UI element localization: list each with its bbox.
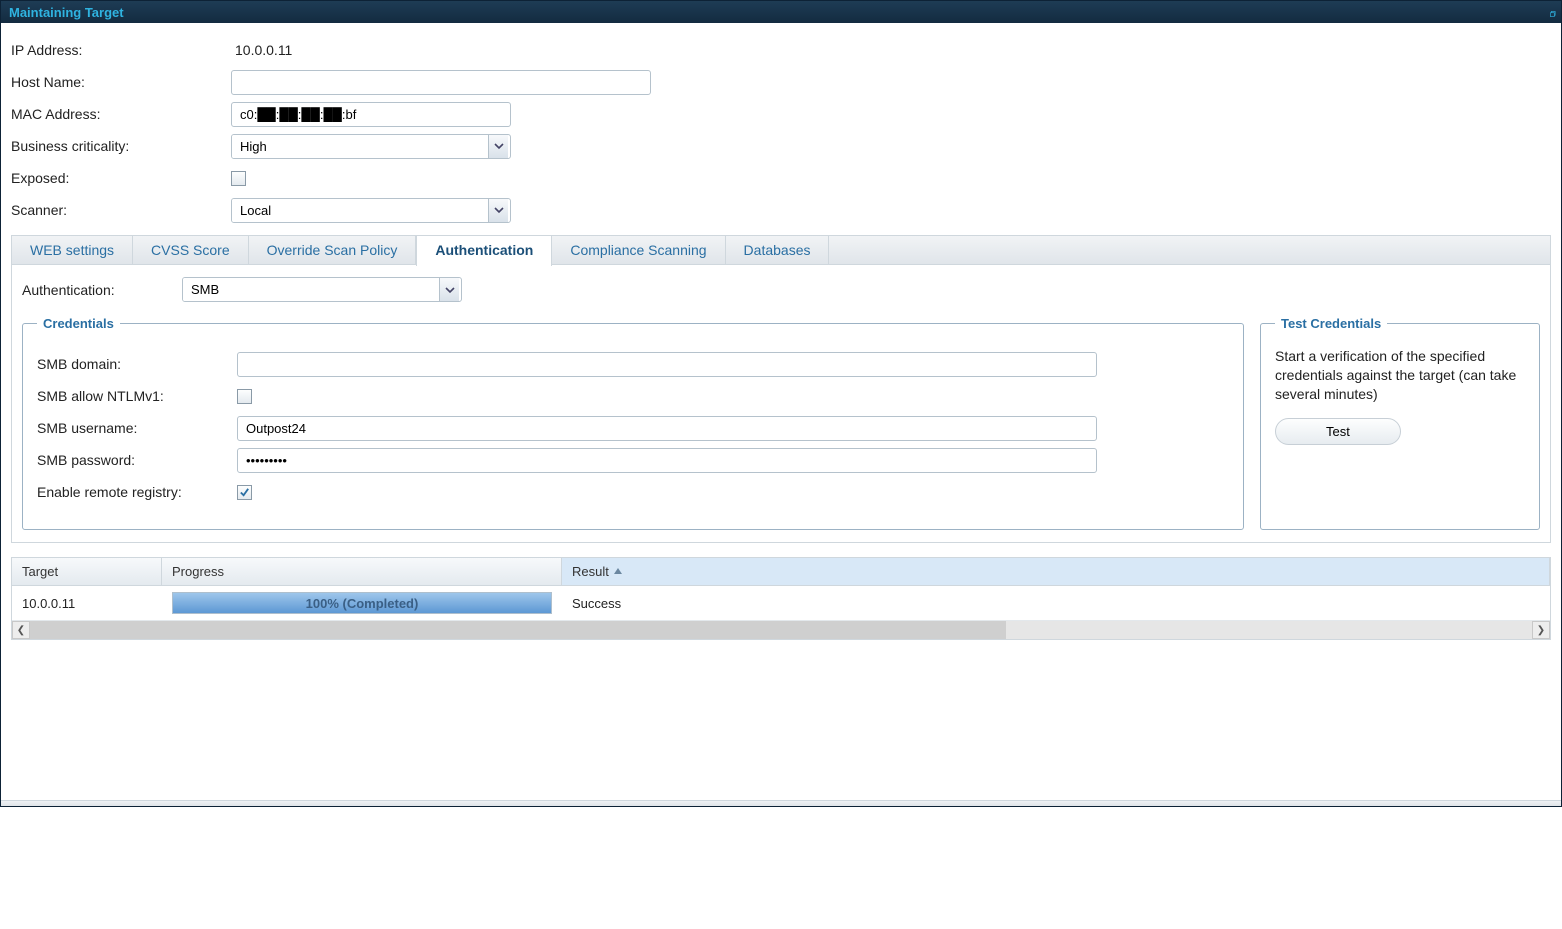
tab-databases[interactable]: Databases (726, 236, 830, 264)
host-name-label: Host Name: (11, 74, 231, 90)
smb-username-label: SMB username: (37, 420, 237, 436)
table-row[interactable]: 10.0.0.11 100% (Completed) Success (12, 586, 1550, 621)
exposed-label: Exposed: (11, 170, 231, 186)
test-credentials-text: Start a verification of the specified cr… (1275, 347, 1525, 404)
results-grid: Target Progress Result 10.0.0.11 100% (C… (11, 557, 1551, 640)
chevron-down-icon[interactable] (488, 135, 508, 158)
horizontal-scrollbar[interactable]: ❮ ❯ (12, 621, 1550, 639)
tab-authentication[interactable]: Authentication (416, 235, 552, 266)
smb-password-input[interactable] (237, 448, 1097, 473)
tab-web-settings[interactable]: WEB settings (12, 236, 133, 264)
mac-address-input[interactable] (231, 102, 511, 127)
column-header-progress[interactable]: Progress (162, 558, 562, 585)
ip-address-value: 10.0.0.11 (231, 40, 296, 60)
tab-compliance-scanning[interactable]: Compliance Scanning (552, 236, 725, 264)
authentication-value[interactable] (183, 278, 439, 301)
window-title: Maintaining Target (9, 5, 124, 20)
smb-password-label: SMB password: (37, 452, 237, 468)
sort-ascending-icon (613, 564, 623, 579)
progress-bar: 100% (Completed) (172, 592, 552, 614)
scroll-thumb[interactable] (30, 621, 1006, 639)
scanner-value[interactable] (232, 199, 488, 222)
host-name-input[interactable] (231, 70, 651, 95)
chevron-down-icon[interactable] (488, 199, 508, 222)
scroll-track[interactable] (30, 621, 1532, 639)
window-footer (1, 800, 1561, 806)
cell-target: 10.0.0.11 (12, 590, 162, 617)
smb-domain-label: SMB domain: (37, 356, 237, 372)
credentials-fieldset: Credentials SMB domain: SMB allow NTLMv1… (22, 316, 1244, 530)
authentication-label: Authentication: (22, 282, 182, 298)
empty-area (11, 640, 1551, 800)
enable-remote-registry-label: Enable remote registry: (37, 484, 237, 500)
scroll-right-icon[interactable]: ❯ (1532, 621, 1550, 639)
credentials-legend: Credentials (37, 316, 120, 331)
business-criticality-combo[interactable] (231, 134, 511, 159)
test-button[interactable]: Test (1275, 418, 1401, 445)
grid-header: Target Progress Result (12, 558, 1550, 586)
scroll-left-icon[interactable]: ❮ (12, 621, 30, 639)
window-body: IP Address: 10.0.0.11 Host Name: MAC Add… (1, 23, 1561, 800)
ip-address-label: IP Address: (11, 42, 231, 58)
scanner-label: Scanner: (11, 202, 231, 218)
enable-remote-registry-checkbox[interactable] (237, 485, 252, 500)
cell-progress: 100% (Completed) (162, 586, 562, 620)
authentication-panel: Authentication: Credentials SMB domain: (11, 265, 1551, 543)
business-criticality-value[interactable] (232, 135, 488, 158)
tab-cvss-score[interactable]: CVSS Score (133, 236, 249, 264)
column-header-result[interactable]: Result (562, 558, 1550, 585)
business-criticality-label: Business criticality: (11, 138, 231, 154)
cell-result: Success (562, 590, 1550, 617)
exposed-checkbox[interactable] (231, 171, 246, 186)
test-credentials-legend: Test Credentials (1275, 316, 1387, 331)
authentication-combo[interactable] (182, 277, 462, 302)
column-header-result-label: Result (572, 564, 609, 579)
tab-strip: WEB settings CVSS Score Override Scan Po… (11, 235, 1551, 265)
smb-ntlmv1-checkbox[interactable] (237, 389, 252, 404)
smb-domain-input[interactable] (237, 352, 1097, 377)
window-titlebar: Maintaining Target (1, 1, 1561, 23)
smb-username-input[interactable] (237, 416, 1097, 441)
test-credentials-fieldset: Test Credentials Start a verification of… (1260, 316, 1540, 530)
column-header-target[interactable]: Target (12, 558, 162, 585)
smb-ntlmv1-label: SMB allow NTLMv1: (37, 388, 237, 404)
progress-text: 100% (Completed) (173, 593, 551, 613)
chevron-down-icon[interactable] (439, 278, 459, 301)
scanner-combo[interactable] (231, 198, 511, 223)
restore-window-icon[interactable] (1547, 5, 1559, 20)
maintaining-target-window: Maintaining Target IP Address: 10.0.0.11… (0, 0, 1562, 807)
mac-address-label: MAC Address: (11, 106, 231, 122)
tab-override-scan-policy[interactable]: Override Scan Policy (249, 236, 417, 264)
